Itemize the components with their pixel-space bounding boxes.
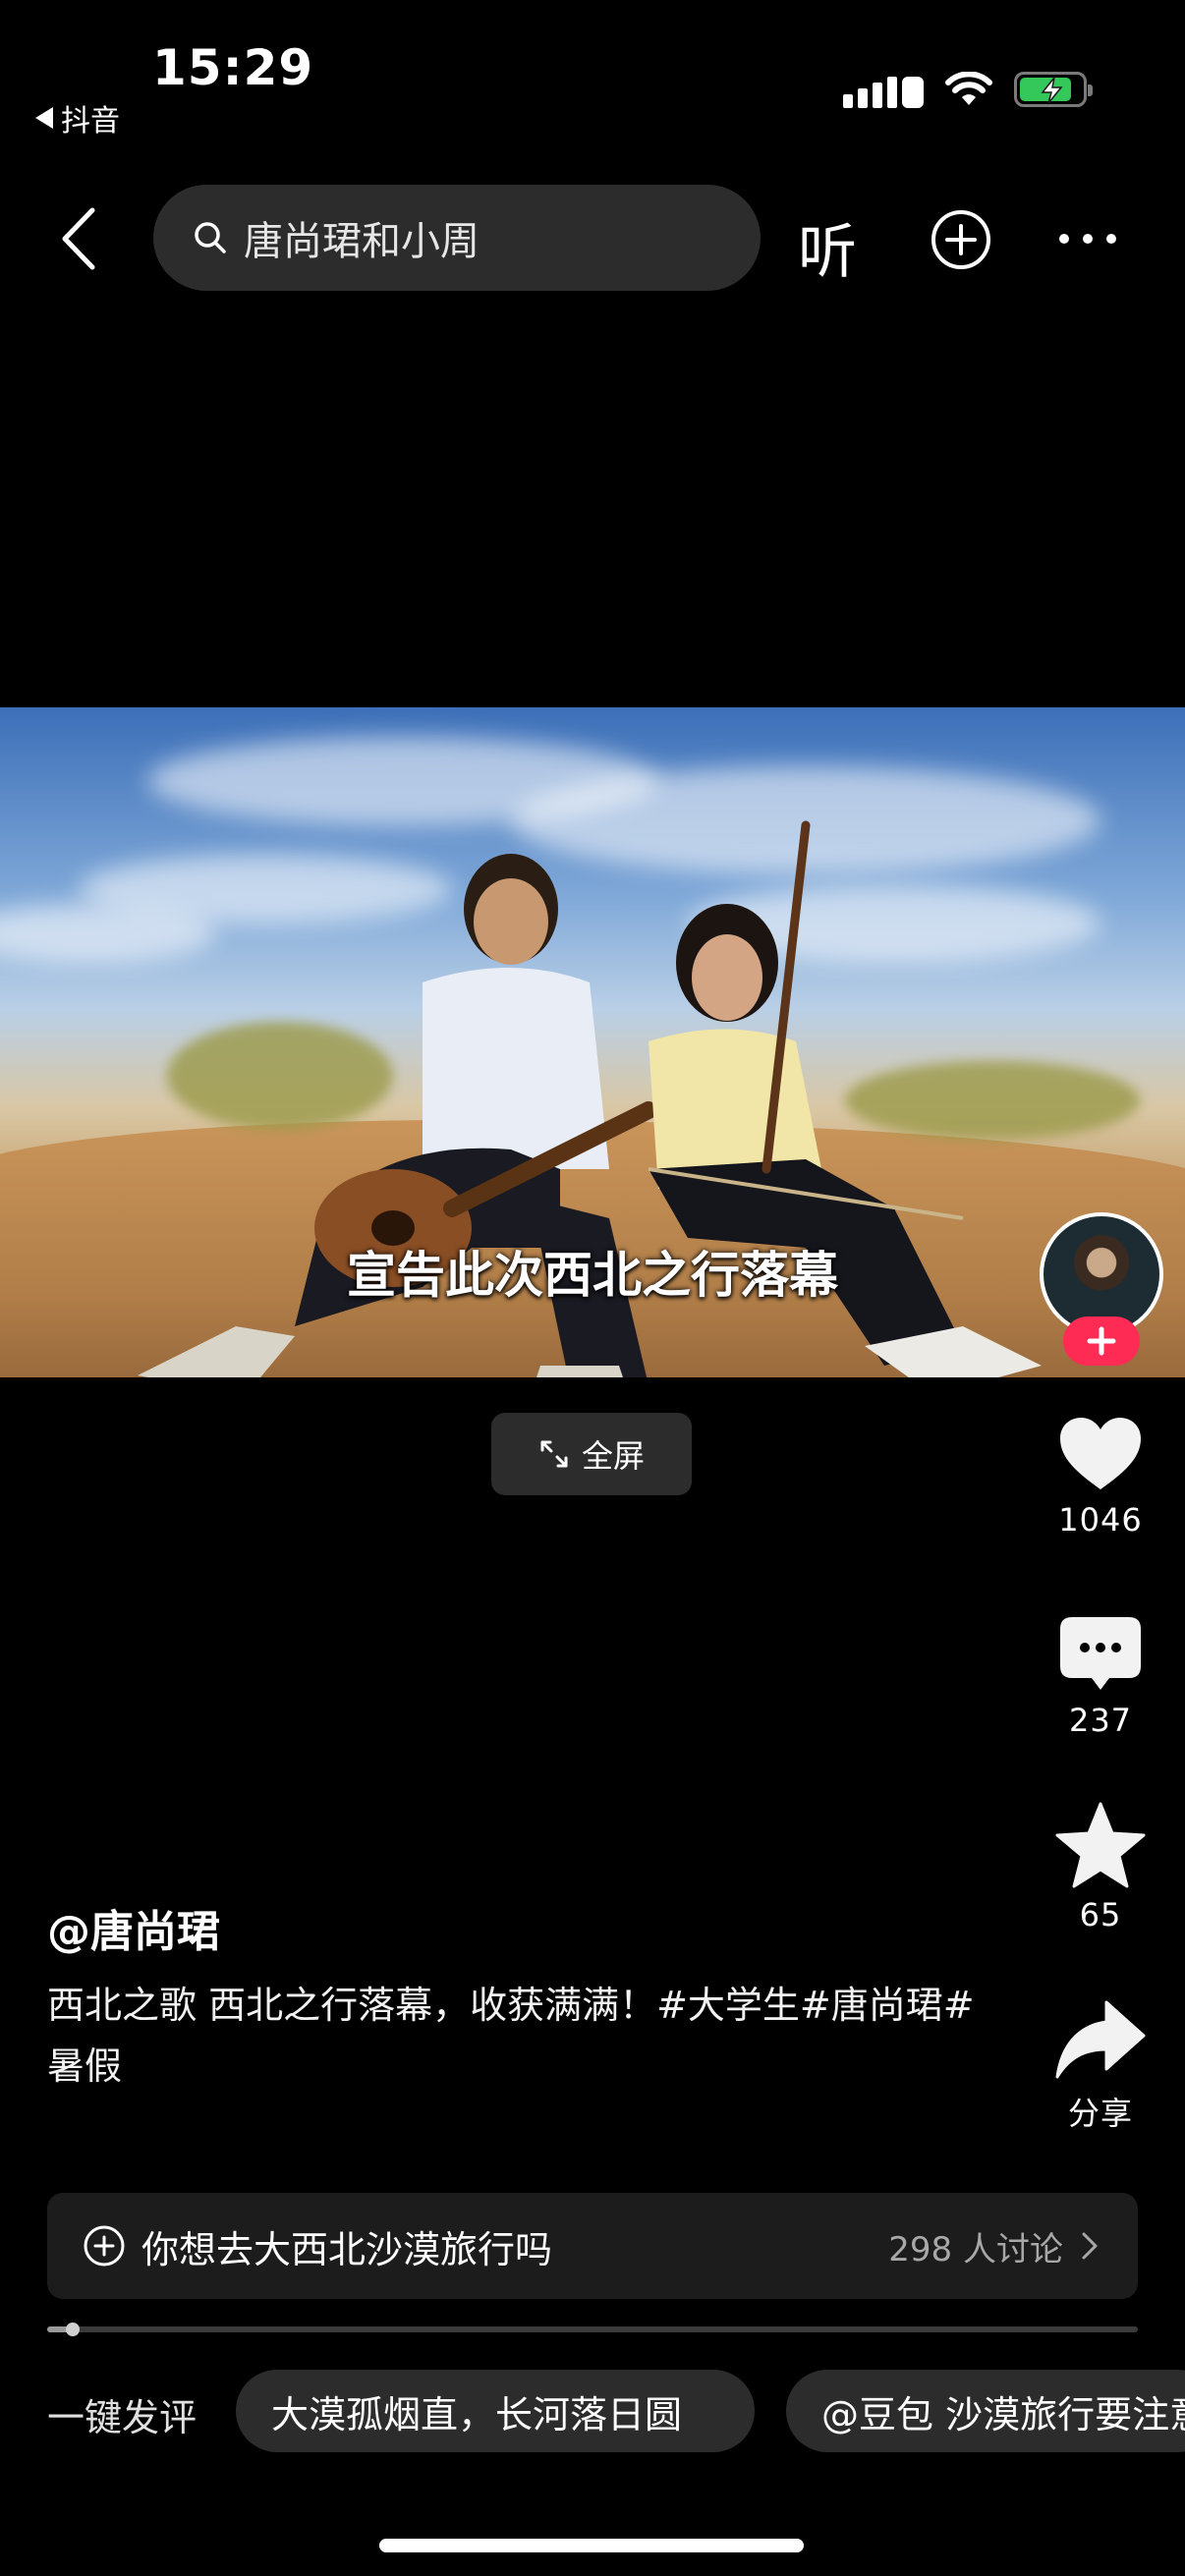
listen-button[interactable]: 听 bbox=[798, 204, 857, 290]
plus-circle-icon[interactable] bbox=[930, 208, 992, 271]
comment-button[interactable]: 237 bbox=[1044, 1615, 1157, 1739]
fullscreen-button[interactable]: 全屏 bbox=[491, 1413, 692, 1495]
quick-comment-chip[interactable]: @豆包 沙漠旅行要注意 bbox=[786, 2370, 1185, 2452]
plus-icon bbox=[1087, 1326, 1116, 1356]
topic-bar[interactable]: 你想去大西北沙漠旅行吗 298 人讨论 bbox=[47, 2193, 1138, 2299]
topic-count: 298 人讨论 bbox=[888, 2229, 1063, 2269]
back-app-label: 抖音 bbox=[61, 104, 120, 139]
topic-text: 你想去大西北沙漠旅行吗 bbox=[141, 2227, 553, 2271]
heart-icon bbox=[1060, 1418, 1141, 1489]
battery-icon bbox=[1014, 72, 1093, 107]
quick-comment-chip[interactable]: 大漠孤烟直，长河落日圆 bbox=[236, 2370, 755, 2452]
author-name[interactable]: @唐尚珺 bbox=[47, 1896, 220, 1959]
expand-icon bbox=[540, 1440, 568, 1468]
back-to-app-button[interactable]: 抖音 bbox=[35, 96, 120, 140]
back-triangle-icon bbox=[35, 107, 53, 129]
post-description: 西北之歌 西北之行落幕，收获满满！#大学生#唐尚珺#暑假 bbox=[47, 1984, 975, 2088]
search-icon bbox=[195, 222, 226, 253]
like-count: 1046 bbox=[1058, 1501, 1143, 1539]
favorite-count: 65 bbox=[1079, 1896, 1122, 1933]
follow-button[interactable] bbox=[1063, 1316, 1140, 1366]
home-indicator[interactable] bbox=[379, 2539, 804, 2552]
comment-bubble-icon bbox=[1060, 1617, 1141, 1690]
video-subtitle: 宣告此次西北之行落幕 bbox=[347, 1247, 838, 1304]
wifi-icon bbox=[945, 72, 992, 105]
search-bar[interactable]: 唐尚珺和小周 bbox=[153, 185, 761, 291]
chevron-left-icon[interactable] bbox=[59, 206, 98, 271]
favorite-button[interactable]: 65 bbox=[1044, 1802, 1157, 1933]
plus-circle-icon bbox=[84, 2225, 125, 2267]
search-query: 唐尚珺和小周 bbox=[244, 219, 480, 264]
more-horizontal-icon[interactable] bbox=[1059, 234, 1116, 244]
chevron-right-icon bbox=[1082, 2232, 1098, 2260]
video-progress-bar[interactable] bbox=[47, 2323, 1138, 2336]
fullscreen-label: 全屏 bbox=[581, 1437, 645, 1475]
like-button[interactable]: 1046 bbox=[1044, 1415, 1157, 1539]
status-icons bbox=[843, 71, 1093, 108]
share-label: 分享 bbox=[1067, 2095, 1133, 2132]
progress-handle[interactable] bbox=[65, 2323, 80, 2336]
quick-comment-label: 一键发评 bbox=[47, 2396, 198, 2439]
star-icon bbox=[1055, 1802, 1146, 1888]
cellular-signal-icon bbox=[843, 71, 924, 108]
share-button[interactable]: 分享 bbox=[1044, 1998, 1157, 2134]
comment-count: 237 bbox=[1068, 1702, 1133, 1739]
status-time: 15:29 bbox=[152, 39, 314, 96]
share-arrow-icon bbox=[1055, 2000, 1146, 2079]
